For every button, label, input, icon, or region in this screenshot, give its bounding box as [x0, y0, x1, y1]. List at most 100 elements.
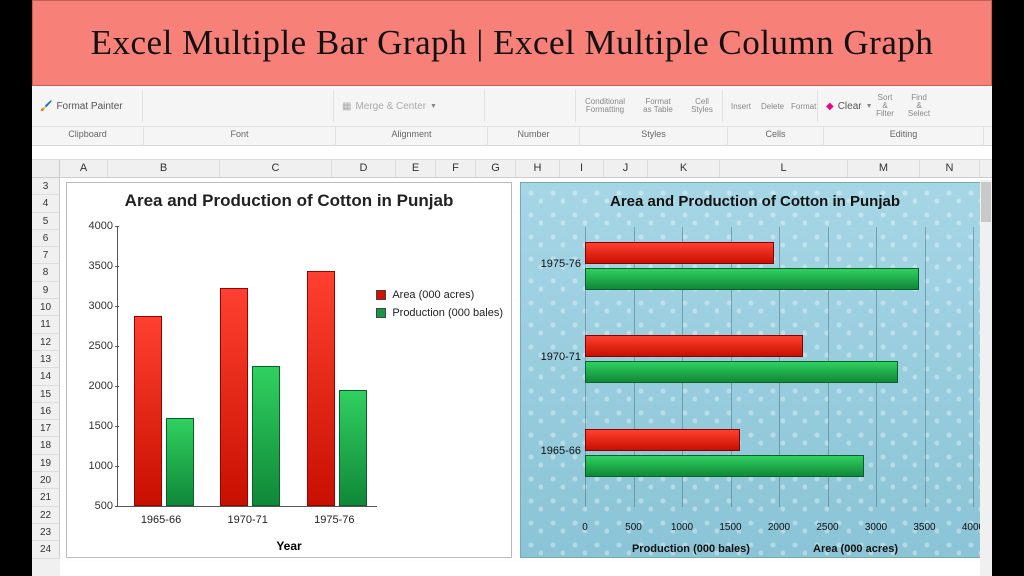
row-header-5[interactable]: 5 — [32, 213, 60, 230]
chart2-bar[interactable] — [585, 361, 898, 383]
row-header-12[interactable]: 12 — [32, 334, 60, 351]
select-all-triangle[interactable] — [32, 160, 60, 177]
video-title-banner: Excel Multiple Bar Graph | Excel Multipl… — [32, 0, 992, 86]
ribbon-group-font: Font — [144, 127, 336, 146]
row-header-13[interactable]: 13 — [32, 351, 60, 368]
chart1-bar[interactable] — [220, 288, 248, 506]
clear-button[interactable]: ◆ Clear ▼ — [818, 99, 868, 114]
sort-filter-label: Sort & Filter — [876, 94, 894, 118]
delete-cells-button[interactable]: Delete — [753, 100, 783, 113]
column-headers: ABCDEFGHIJKLMN — [32, 160, 992, 178]
conditional-formatting-button[interactable]: Conditional Formatting — [576, 96, 634, 116]
scrollbar-thumb[interactable] — [981, 182, 991, 222]
row-headers: 3456789101112131415161718192021222324 — [32, 178, 60, 576]
format-label: Format — [791, 102, 816, 111]
find-select-label: Find & Select — [908, 94, 930, 118]
row-header-19[interactable]: 19 — [32, 455, 60, 472]
column-header-A[interactable]: A — [60, 160, 108, 177]
row-header-22[interactable]: 22 — [32, 507, 60, 524]
row-header-15[interactable]: 15 — [32, 386, 60, 403]
ribbon-group-alignment: Alignment — [336, 127, 488, 146]
chart2-bar[interactable] — [585, 429, 740, 451]
row-header-16[interactable]: 16 — [32, 403, 60, 420]
formula-bar[interactable] — [32, 146, 992, 160]
row-header-11[interactable]: 11 — [32, 316, 60, 333]
column-chart[interactable]: Area and Production of Cotton in Punjab … — [66, 182, 512, 558]
format-cells-button[interactable]: Format — [783, 100, 817, 113]
find-select-button[interactable]: Find & Select — [902, 92, 936, 120]
banner-title-text: Excel Multiple Bar Graph | Excel Multipl… — [91, 23, 934, 63]
chart2-bar[interactable] — [585, 268, 919, 290]
column-header-F[interactable]: F — [436, 160, 476, 177]
merge-center-label: Merge & Center — [355, 101, 426, 112]
chart2-xtick: 1500 — [719, 522, 741, 533]
row-header-3[interactable]: 3 — [32, 178, 60, 195]
row-header-6[interactable]: 6 — [32, 230, 60, 247]
row-header-14[interactable]: 14 — [32, 368, 60, 385]
ribbon-group-clipboard: Clipboard — [32, 127, 144, 146]
column-header-N[interactable]: N — [920, 160, 980, 177]
chart1-bar[interactable] — [339, 390, 367, 506]
legend2-label-production: Production (000 bales) — [632, 543, 750, 555]
chart1-bar[interactable] — [166, 418, 194, 506]
bar-chart[interactable]: Area and Production of Cotton in Punjab … — [520, 182, 990, 558]
chart2-ytick: 1970-71 — [525, 351, 581, 363]
chart1-legend: Area (000 acres) Production (000 bales) — [376, 283, 503, 325]
format-painter-button[interactable]: 🖌️ Format Painter — [32, 99, 142, 114]
cell-styles-button[interactable]: Cell Styles — [682, 96, 722, 116]
row-header-10[interactable]: 10 — [32, 299, 60, 316]
row-header-23[interactable]: 23 — [32, 524, 60, 541]
clear-label: Clear — [838, 101, 862, 112]
column-header-C[interactable]: C — [220, 160, 332, 177]
insert-cells-button[interactable]: Insert — [723, 100, 753, 113]
format-as-table-button[interactable]: Format as Table — [634, 96, 682, 116]
row-header-8[interactable]: 8 — [32, 264, 60, 281]
chart2-bar[interactable] — [585, 335, 803, 357]
chart2-xtick: 3500 — [913, 522, 935, 533]
column-header-E[interactable]: E — [396, 160, 436, 177]
column-header-M[interactable]: M — [848, 160, 920, 177]
chart1-bar[interactable] — [134, 316, 162, 506]
row-header-18[interactable]: 18 — [32, 437, 60, 454]
letterbox-left — [0, 0, 32, 576]
grid-canvas[interactable]: Area and Production of Cotton in Punjab … — [60, 178, 992, 576]
legend-label-production: Production (000 bales) — [392, 307, 503, 319]
column-header-D[interactable]: D — [332, 160, 396, 177]
row-header-24[interactable]: 24 — [32, 541, 60, 558]
format-painter-label: Format Painter — [56, 101, 122, 112]
row-header-7[interactable]: 7 — [32, 247, 60, 264]
row-header-21[interactable]: 21 — [32, 489, 60, 506]
chart2-ytick: 1975-76 — [525, 258, 581, 270]
vertical-scrollbar[interactable] — [980, 180, 992, 576]
column-header-G[interactable]: G — [476, 160, 516, 177]
chart1-ytick: 4000 — [71, 220, 113, 232]
column-header-K[interactable]: K — [648, 160, 720, 177]
chart2-gridline — [973, 227, 974, 507]
chart1-bar[interactable] — [252, 366, 280, 506]
chart1-ytick: 500 — [71, 500, 113, 512]
chart2-ytick: 1965-66 — [525, 445, 581, 457]
chart1-bar[interactable] — [307, 271, 335, 506]
sort-filter-button[interactable]: Sort & Filter — [868, 92, 902, 120]
chart2-gridline — [925, 227, 926, 507]
chart1-plot-area: 1965-661970-711975-76 — [117, 227, 377, 507]
column-header-B[interactable]: B — [108, 160, 220, 177]
chart2-bar[interactable] — [585, 242, 774, 264]
column-header-L[interactable]: L — [720, 160, 848, 177]
row-header-4[interactable]: 4 — [32, 195, 60, 212]
legend-label-area: Area (000 acres) — [392, 289, 474, 301]
column-header-J[interactable]: J — [604, 160, 648, 177]
chart1-ytick: 1000 — [71, 460, 113, 472]
legend-swatch-red — [376, 290, 386, 300]
row-header-9[interactable]: 9 — [32, 282, 60, 299]
chart1-ytick: 1500 — [71, 420, 113, 432]
column-header-H[interactable]: H — [516, 160, 560, 177]
row-header-20[interactable]: 20 — [32, 472, 60, 489]
row-header-17[interactable]: 17 — [32, 420, 60, 437]
chart1-xlabel: Year — [67, 539, 511, 553]
column-header-I[interactable]: I — [560, 160, 604, 177]
chart2-bar[interactable] — [585, 455, 864, 477]
merge-center-button[interactable]: ▦ Merge & Center ▼ — [334, 99, 484, 114]
ribbon-group-cells: Cells — [728, 127, 824, 146]
cell-styles-label: Cell Styles — [690, 98, 714, 114]
